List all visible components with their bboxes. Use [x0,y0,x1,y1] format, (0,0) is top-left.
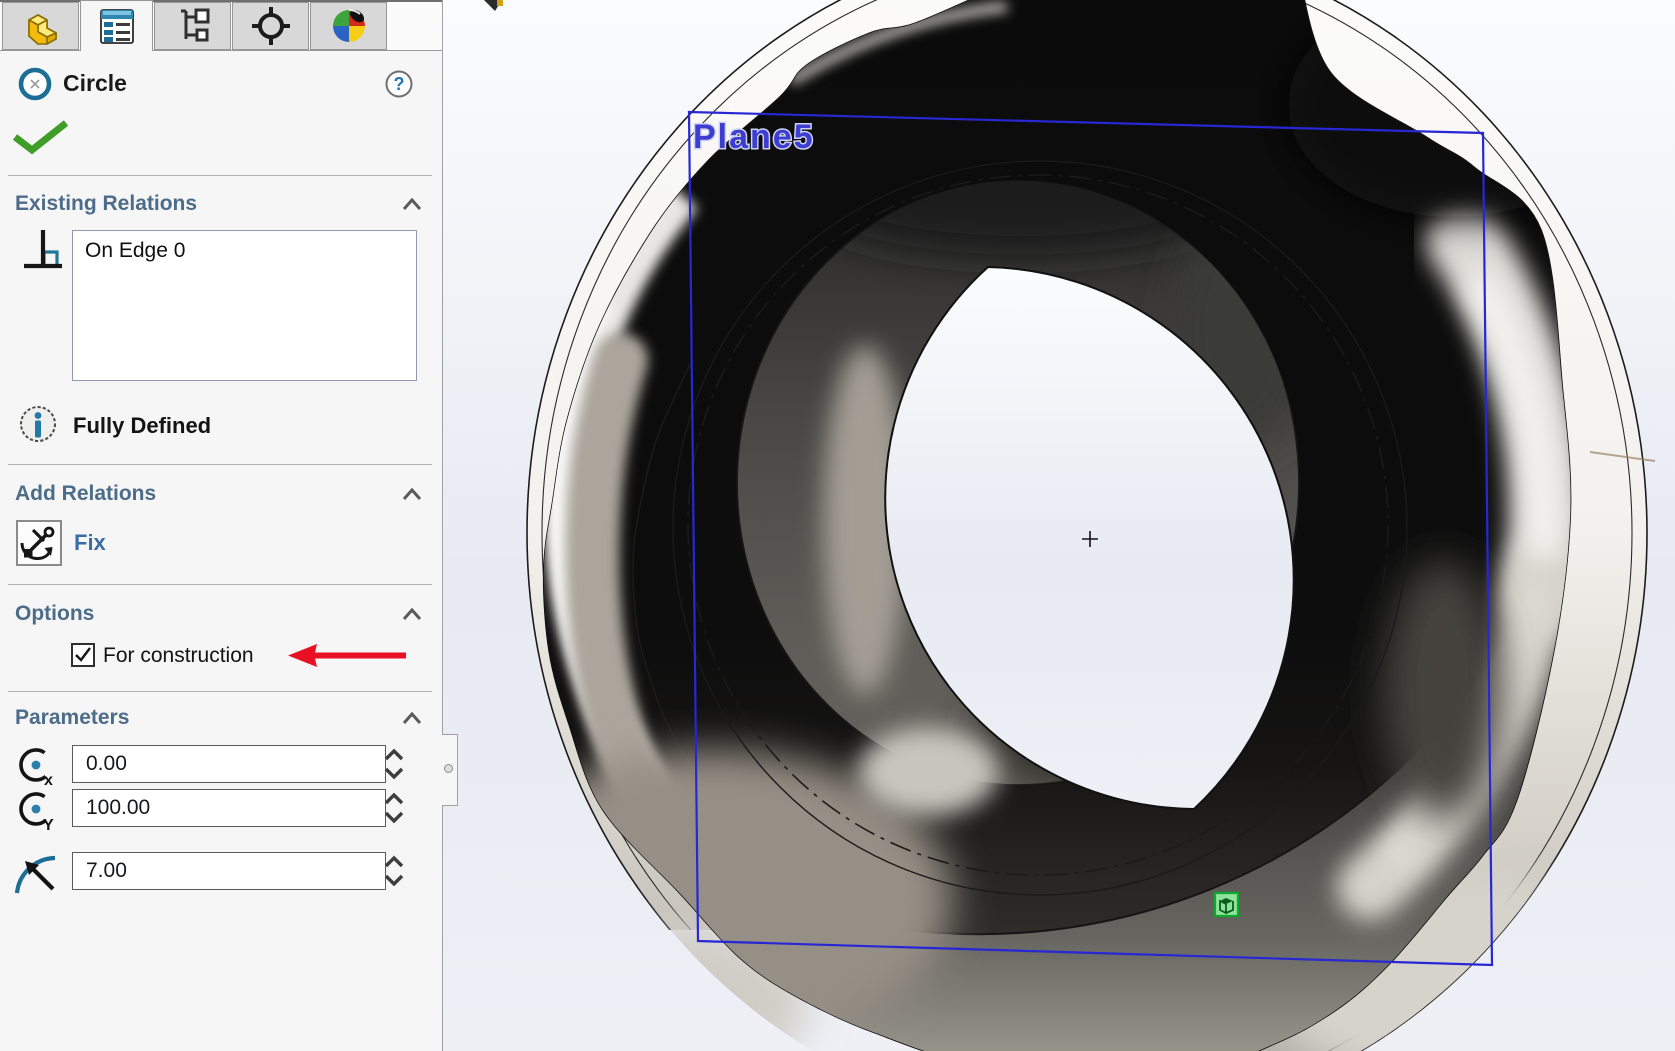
svg-text:?: ? [394,74,405,94]
svg-text:Y: Y [43,817,54,832]
svg-text:Plane5: Plane5 [693,118,815,156]
svg-text:x: x [44,772,53,788]
